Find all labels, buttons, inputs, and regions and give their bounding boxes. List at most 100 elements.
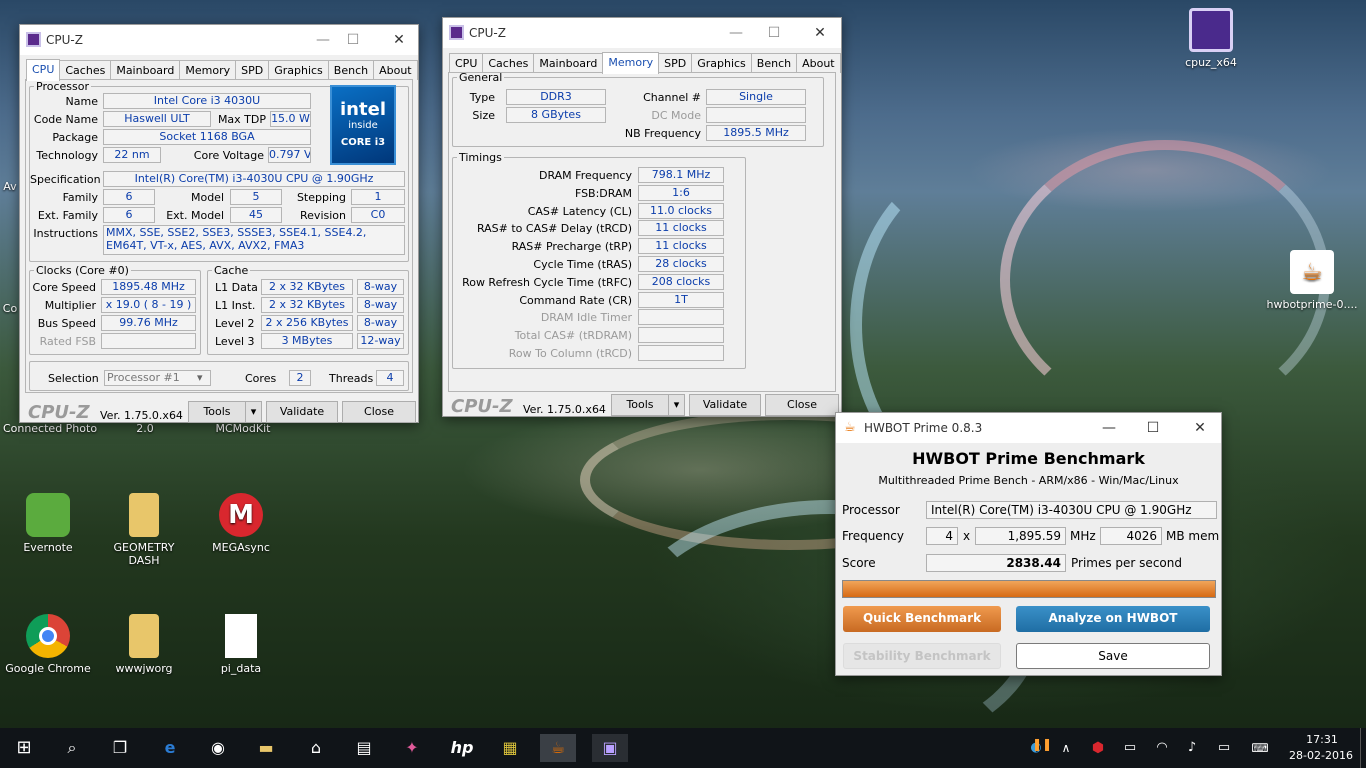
maximize-button[interactable]: ☐ xyxy=(759,22,789,44)
chevron-up-icon[interactable]: ∧ xyxy=(1052,734,1080,762)
bus-speed-value: 99.76 MHz xyxy=(101,315,196,331)
nbfreq-value: 1895.5 MHz xyxy=(706,125,806,141)
processor-label: Processor xyxy=(842,503,900,517)
tab-spd[interactable]: SPD xyxy=(235,60,270,80)
minimize-button[interactable]: — xyxy=(308,29,338,51)
cache-row-label: Level 3 xyxy=(215,335,255,348)
acrobat-icon[interactable]: ⬢ xyxy=(1084,734,1112,762)
home-icon[interactable]: ⌂ xyxy=(302,734,330,762)
progress-fill xyxy=(843,581,1215,597)
desktop-icon-label: wwwjworg xyxy=(115,662,173,675)
camera-icon[interactable]: ◉ xyxy=(204,734,232,762)
message-icon[interactable]: ▭ xyxy=(1210,734,1238,762)
cache-row-label: L1 Data xyxy=(215,281,258,294)
tab-graphics[interactable]: Graphics xyxy=(268,60,329,80)
group-legend: Clocks (Core #0) xyxy=(36,264,129,277)
cpuz-logo: CPU-Z xyxy=(451,396,513,417)
minimize-button[interactable]: — xyxy=(721,22,751,44)
minimize-button[interactable]: — xyxy=(1094,417,1124,439)
cache-way-value: 12-way xyxy=(357,333,404,349)
quick-benchmark-button[interactable]: Quick Benchmark xyxy=(843,606,1001,632)
battery-icon[interactable]: ▭ xyxy=(1116,734,1144,762)
desktop-icon-wwwjworg[interactable]: wwwjworg xyxy=(99,614,189,675)
title-bar[interactable]: ☕ HWBOT Prime 0.8.3 — ☐ ✕ xyxy=(836,413,1221,443)
desktop-icon-megasync[interactable]: M MEGAsync xyxy=(196,493,286,554)
desktop-icon-google-chrome[interactable]: Google Chrome xyxy=(3,614,93,675)
tab-about[interactable]: About xyxy=(796,53,841,73)
task-view-icon[interactable]: ❐ xyxy=(106,734,134,762)
volume-icon[interactable]: ♪ xyxy=(1178,734,1206,762)
store-icon[interactable]: ▤ xyxy=(350,734,378,762)
cpuz-taskbar-icon[interactable]: ▣ xyxy=(592,734,628,762)
desktop-icon-evernote[interactable]: Evernote xyxy=(3,493,93,554)
stability-benchmark-button[interactable]: Stability Benchmark xyxy=(843,643,1001,669)
wifi-icon[interactable]: ◠ xyxy=(1148,734,1176,762)
file-explorer-icon[interactable]: ▬ xyxy=(252,734,280,762)
clock-time[interactable]: 17:31 xyxy=(1294,733,1350,746)
desktop-icon-cpuz-x64[interactable]: cpuz_x64 xyxy=(1166,8,1256,69)
tools-button[interactable]: Tools xyxy=(188,401,246,423)
model-value: 5 xyxy=(230,189,282,205)
desktop-icon-label: cpuz_x64 xyxy=(1185,56,1237,69)
tab-mainboard[interactable]: Mainboard xyxy=(533,53,604,73)
desktop-icon-pi-data[interactable]: pi_data xyxy=(196,614,286,675)
tab-mainboard[interactable]: Mainboard xyxy=(110,60,181,80)
processor-select[interactable]: Processor #1 xyxy=(104,370,211,386)
tab-memory[interactable]: Memory xyxy=(179,60,237,80)
cpuz-logo: CPU-Z xyxy=(28,402,90,423)
tab-spd[interactable]: SPD xyxy=(658,53,693,73)
tab-caches[interactable]: Caches xyxy=(482,53,535,73)
close-icon[interactable]: ✕ xyxy=(1185,417,1215,439)
tools-dropdown-button[interactable]: ▾ xyxy=(245,401,262,423)
codename-value: Haswell ULT xyxy=(103,111,211,127)
revision-value: C0 xyxy=(351,207,405,223)
tab-bench[interactable]: Bench xyxy=(327,60,375,80)
validate-button[interactable]: Validate xyxy=(266,401,338,423)
tools-button[interactable]: Tools xyxy=(611,394,669,416)
edge-icon[interactable]: e xyxy=(156,734,184,762)
timing-label: Command Rate (CR) xyxy=(519,293,632,307)
maximize-button[interactable]: ☐ xyxy=(1138,417,1168,439)
maxtdp-label: Max TDP xyxy=(217,113,266,126)
java-icon: ☕ xyxy=(844,420,856,435)
desktop-icon-hwbotprime[interactable]: ☕ hwbotprime-0.... xyxy=(1262,250,1362,311)
photos-icon[interactable]: ✦ xyxy=(398,734,426,762)
title-bar[interactable]: CPU-Z — ☐ ✕ xyxy=(443,18,841,48)
tab-caches[interactable]: Caches xyxy=(59,60,112,80)
tab-graphics[interactable]: Graphics xyxy=(691,53,752,73)
java-taskbar-icon[interactable]: ☕ xyxy=(540,734,576,762)
tab-about[interactable]: About xyxy=(373,60,418,80)
hp-icon[interactable]: hp xyxy=(448,734,476,762)
show-desktop-button[interactable] xyxy=(1360,728,1366,768)
mhz-label: MHz xyxy=(1070,529,1096,543)
tools-dropdown-button[interactable]: ▾ xyxy=(668,394,685,416)
group-legend: General xyxy=(459,71,503,84)
tab-panel: Processor Name Intel Core i3 4030U Code … xyxy=(25,79,413,393)
tab-bench[interactable]: Bench xyxy=(750,53,798,73)
save-button[interactable]: Save xyxy=(1016,643,1210,669)
app-icon[interactable]: ▦ xyxy=(496,734,524,762)
keyboard-icon[interactable]: ⌨ xyxy=(1246,734,1274,762)
package-label: Package xyxy=(52,131,98,144)
folder-icon xyxy=(129,493,159,537)
analyze-on-hwbot-button[interactable]: Analyze on HWBOT xyxy=(1016,606,1210,632)
timing-label: Total CAS# (tRDRAM) xyxy=(514,329,632,343)
close-icon[interactable]: ✕ xyxy=(384,29,414,51)
tab-cpu[interactable]: CPU xyxy=(26,59,61,81)
tab-cpu[interactable]: CPU xyxy=(449,53,484,73)
close-button[interactable]: Close xyxy=(342,401,416,423)
frequency-label: Frequency xyxy=(842,529,904,543)
validate-button[interactable]: Validate xyxy=(689,394,761,416)
title-bar[interactable]: CPU-Z — ☐ ✕ xyxy=(20,25,418,55)
windows-start-icon[interactable]: ⊞ xyxy=(10,734,38,762)
size-label: Size xyxy=(472,109,495,122)
maximize-button[interactable]: ☐ xyxy=(338,29,368,51)
search-icon[interactable]: ⌕ xyxy=(58,734,86,762)
clock-date[interactable]: 28-02-2016 xyxy=(1288,749,1354,762)
desktop-icon-geometry-dash[interactable]: GEOMETRY DASH xyxy=(99,493,189,567)
type-value: DDR3 xyxy=(506,89,606,105)
close-button[interactable]: Close xyxy=(765,394,839,416)
close-icon[interactable]: ✕ xyxy=(805,22,835,44)
cache-row-label: L1 Inst. xyxy=(215,299,256,312)
tab-memory[interactable]: Memory xyxy=(602,52,660,74)
